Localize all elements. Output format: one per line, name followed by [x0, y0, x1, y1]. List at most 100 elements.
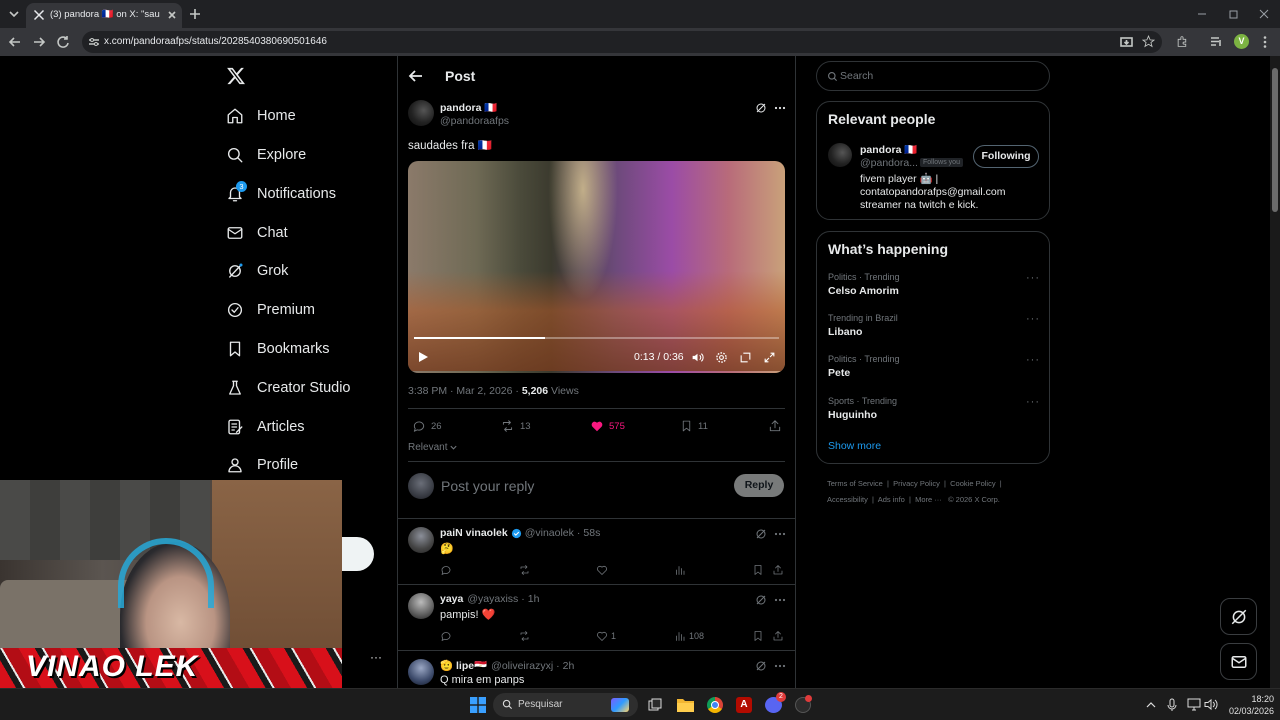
more-options-icon[interactable]: [774, 660, 786, 672]
trend-more-icon[interactable]: ···: [1026, 313, 1040, 325]
file-explorer-icon[interactable]: [677, 697, 694, 712]
share-icon[interactable]: [772, 630, 784, 642]
browser-tab[interactable]: (3) pandora 🇫🇷 on X: "saudades: [26, 3, 182, 28]
bookmark-star-icon[interactable]: [1142, 35, 1155, 48]
sort-dropdown[interactable]: Relevant: [408, 442, 458, 453]
page-scrollbar[interactable]: [1270, 56, 1280, 688]
reply-avatar[interactable]: [408, 659, 434, 685]
address-bar[interactable]: x.com/pandoraafps/status/202854038069050…: [82, 31, 1162, 53]
reply-action[interactable]: 26: [412, 419, 442, 433]
grok-icon[interactable]: [755, 660, 767, 672]
heart-icon[interactable]: [596, 564, 608, 576]
nav-profile[interactable]: Profile: [226, 450, 298, 480]
person-avatar[interactable]: [828, 143, 852, 167]
person-name[interactable]: pandora 🇫🇷: [860, 143, 917, 156]
reply-time[interactable]: 58s: [583, 527, 600, 539]
views-action[interactable]: 108: [674, 630, 704, 642]
adobe-app-icon[interactable]: A: [736, 697, 752, 713]
repost-action[interactable]: 13: [500, 419, 531, 433]
new-tab-button[interactable]: [188, 7, 202, 21]
app-icon[interactable]: [795, 695, 812, 713]
window-restore-icon[interactable]: [1228, 8, 1240, 20]
clock-time[interactable]: 18:20: [1232, 694, 1274, 704]
show-more-link[interactable]: Show more: [828, 440, 881, 452]
trend-more-icon[interactable]: ···: [1026, 272, 1040, 284]
author-handle[interactable]: @pandoraafps: [440, 115, 509, 127]
reply-button[interactable]: Reply: [734, 474, 784, 497]
video-progress-track[interactable]: [414, 337, 779, 339]
discord-icon[interactable]: 2: [765, 692, 786, 713]
taskbar-search[interactable]: Pesquisar: [493, 693, 638, 717]
reload-icon[interactable]: [56, 35, 70, 49]
clock-date[interactable]: 02/03/2026: [1222, 706, 1274, 716]
reply-handle[interactable]: @oliveirazyxj: [491, 660, 553, 672]
like-action[interactable]: 575: [590, 419, 625, 433]
grok-icon[interactable]: [755, 594, 767, 606]
footer-link[interactable]: Privacy Policy: [893, 479, 940, 488]
share-icon[interactable]: [772, 564, 784, 576]
reply-avatar[interactable]: [408, 527, 434, 553]
show-hidden-icons[interactable]: [1146, 700, 1156, 710]
nav-grok[interactable]: Grok: [226, 256, 288, 286]
reply-icon[interactable]: [440, 564, 452, 576]
reply-item[interactable]: 🫡 lipe🇪🇬 @oliveirazyxj · 2h Q mira em pa…: [398, 650, 796, 688]
tab-close-icon[interactable]: [166, 9, 178, 21]
views-icon[interactable]: [674, 564, 686, 576]
volume-icon[interactable]: [691, 351, 704, 364]
nav-premium[interactable]: Premium: [226, 295, 315, 325]
nav-creator-studio[interactable]: Creator Studio: [226, 373, 351, 403]
grok-float-button[interactable]: [1220, 598, 1257, 635]
more-options-icon[interactable]: [774, 594, 786, 606]
site-settings-icon[interactable]: [88, 36, 100, 48]
more-options-icon[interactable]: [774, 528, 786, 540]
chrome-icon[interactable]: [707, 697, 723, 713]
repost-icon[interactable]: [518, 630, 531, 642]
trend-item[interactable]: Politics · Trending Pete ···: [828, 354, 1040, 379]
tab-search-button[interactable]: [6, 6, 22, 22]
scrollbar-thumb[interactable]: [1272, 68, 1278, 212]
grok-icon[interactable]: [755, 102, 767, 114]
reply-input[interactable]: Post your reply: [441, 478, 534, 494]
nav-bookmarks[interactable]: Bookmarks: [226, 334, 330, 364]
nav-articles[interactable]: Articles: [226, 412, 305, 442]
reply-item[interactable]: yaya @yayaxiss · 1h pampis! ❤️ 1 108: [398, 584, 796, 650]
profile-avatar[interactable]: V: [1234, 34, 1249, 49]
x-logo-icon[interactable]: [226, 66, 246, 86]
network-icon[interactable]: [1187, 698, 1201, 711]
play-icon[interactable]: [417, 351, 429, 363]
forward-arrow-icon[interactable]: [32, 35, 46, 49]
messages-float-button[interactable]: [1220, 643, 1257, 680]
footer-link[interactable]: Terms of Service: [827, 479, 883, 488]
bookmark-icon[interactable]: [752, 630, 764, 642]
trend-more-icon[interactable]: ···: [1026, 354, 1040, 366]
footer-link[interactable]: Cookie Policy: [950, 479, 995, 488]
reply-item[interactable]: paiN vinaolek @vinaolek · 58s 🤔: [398, 518, 796, 584]
trend-item[interactable]: Trending in Brazil Libano ···: [828, 313, 1040, 338]
footer-link[interactable]: Ads info: [878, 495, 905, 504]
reply-handle[interactable]: @vinaolek: [525, 527, 574, 539]
author-name[interactable]: pandora 🇫🇷: [440, 101, 497, 114]
back-arrow-icon[interactable]: [8, 35, 22, 49]
bookmark-icon[interactable]: [752, 564, 764, 576]
settings-gear-icon[interactable]: [715, 351, 728, 364]
footer-link[interactable]: Accessibility: [827, 495, 868, 504]
reply-author-name[interactable]: yaya: [440, 593, 463, 605]
post-timestamp[interactable]: 3:38 PM · Mar 2, 2026 ·: [408, 385, 522, 397]
picture-in-picture-icon[interactable]: [739, 351, 752, 364]
windows-start-icon[interactable]: [470, 697, 486, 713]
search-box[interactable]: Search: [816, 61, 1050, 91]
window-close-icon[interactable]: [1258, 8, 1270, 20]
reply-handle[interactable]: @yayaxiss: [467, 593, 518, 605]
volume-icon[interactable]: [1204, 698, 1218, 711]
my-avatar[interactable]: [408, 473, 434, 499]
bookmark-action[interactable]: 11: [680, 419, 708, 433]
trend-more-icon[interactable]: ···: [1026, 396, 1040, 408]
author-avatar[interactable]: [408, 100, 434, 126]
media-control-icon[interactable]: [1210, 35, 1223, 48]
account-more-icon[interactable]: ···: [370, 650, 382, 664]
nav-home[interactable]: Home: [226, 101, 296, 131]
microphone-icon[interactable]: [1167, 698, 1177, 712]
footer-link[interactable]: More ···: [915, 495, 942, 504]
nav-chat[interactable]: Chat: [226, 218, 288, 248]
more-options-icon[interactable]: [774, 102, 786, 114]
